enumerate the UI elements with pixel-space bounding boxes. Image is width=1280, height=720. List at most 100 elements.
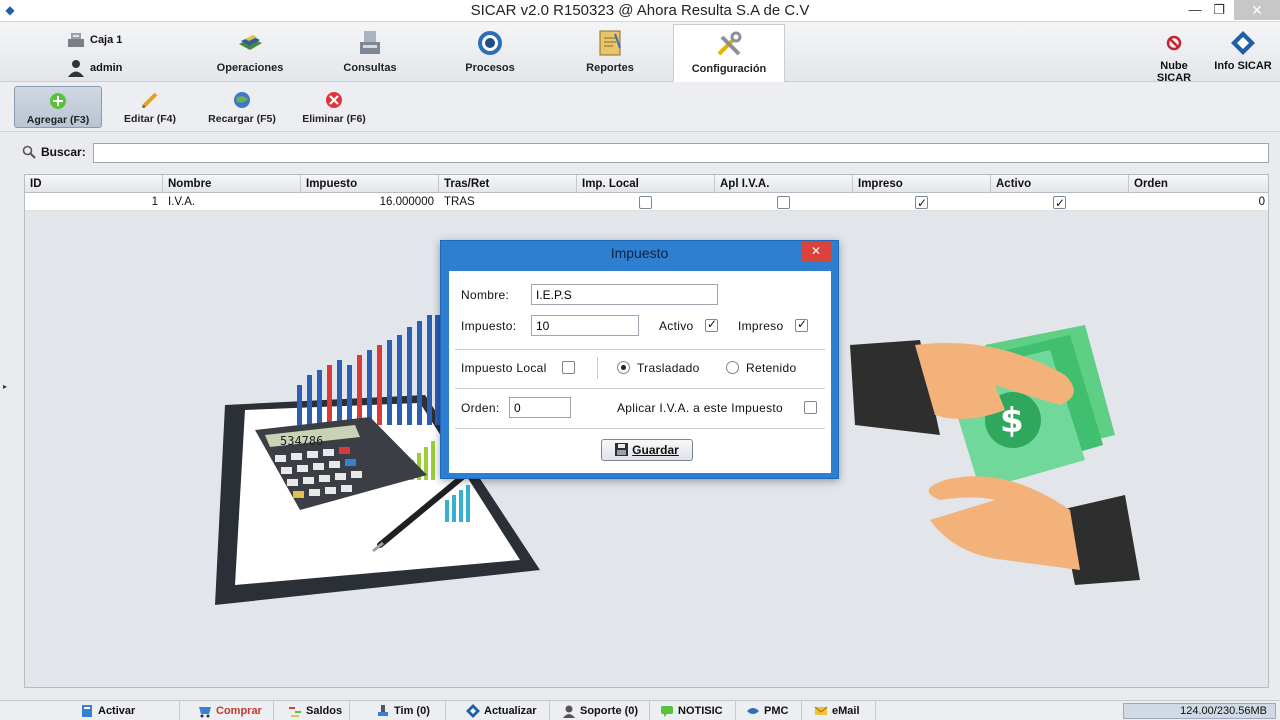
save-label: Guardar xyxy=(632,443,679,457)
tab-configuracion[interactable]: Configuración xyxy=(673,24,785,82)
user-icon xyxy=(68,60,84,77)
reload-globe-icon xyxy=(234,92,250,108)
tab-procesos[interactable]: Procesos xyxy=(434,24,546,78)
table-row[interactable]: 1 I.V.A. 16.000000 TRAS 0 xyxy=(25,193,1268,212)
tab-operaciones-label: Operaciones xyxy=(216,62,284,74)
retenido-radio[interactable] xyxy=(726,361,739,374)
impuesto-local-checkbox[interactable] xyxy=(562,361,575,374)
stamp-icon xyxy=(378,705,388,716)
delete-button[interactable]: Eliminar (F6) xyxy=(294,86,374,128)
nombre-input[interactable] xyxy=(531,284,718,305)
reload-label: Recargar (F5) xyxy=(208,113,276,125)
column-header-activo[interactable]: Activo xyxy=(991,175,1129,193)
orden-input[interactable] xyxy=(509,397,571,418)
impuesto-input[interactable] xyxy=(531,315,639,336)
save-icon xyxy=(615,443,629,456)
nube-sicar-label: Nube SICAR xyxy=(1156,60,1192,84)
cell-impuesto: 16.000000 xyxy=(379,196,434,208)
add-button[interactable]: Agregar (F3) xyxy=(14,86,102,128)
nombre-label: Nombre: xyxy=(461,288,510,302)
cell-nombre: I.V.A. xyxy=(168,196,196,208)
info-sicar-icon xyxy=(1231,31,1255,55)
save-button[interactable]: Guardar xyxy=(601,439,693,461)
cash-register-row: Caja 1 xyxy=(66,26,122,54)
tab-operaciones[interactable]: Operaciones xyxy=(194,24,306,78)
chat-icon xyxy=(661,706,673,717)
email-icon xyxy=(814,706,828,715)
trasladado-label: Trasladado xyxy=(637,361,700,375)
column-header-orden[interactable]: Orden xyxy=(1129,175,1268,193)
consultas-icon xyxy=(360,31,380,54)
status-pmc-label: PMC xyxy=(764,705,789,717)
activo-checkbox[interactable] xyxy=(1053,194,1066,212)
operations-icon xyxy=(239,35,262,50)
imp-local-checkbox[interactable] xyxy=(639,196,652,209)
status-tim[interactable]: Tim (0) xyxy=(372,701,446,720)
lower-hand-graphic xyxy=(928,476,1140,585)
column-header-nombre[interactable]: Nombre xyxy=(163,175,301,193)
status-notisic[interactable]: NOTISIC xyxy=(656,701,736,720)
tab-reportes[interactable]: Reportes xyxy=(554,24,666,78)
status-pmc[interactable]: PMC xyxy=(742,701,802,720)
status-soporte-label: Soporte (0) xyxy=(580,705,639,717)
status-soporte[interactable]: Soporte (0) xyxy=(558,701,650,720)
dialog-title: Impuesto xyxy=(610,245,669,261)
column-header-impuesto[interactable]: Impuesto xyxy=(301,175,439,193)
status-comprar[interactable]: Comprar xyxy=(194,701,274,720)
column-header-imp-local[interactable]: Imp. Local xyxy=(577,175,715,193)
status-email[interactable]: eMail xyxy=(810,701,876,720)
update-icon xyxy=(466,704,480,718)
cell-id: 1 xyxy=(151,196,158,208)
reportes-icon xyxy=(599,30,621,56)
status-saldos[interactable]: Saldos xyxy=(284,701,350,720)
impreso-checkbox[interactable] xyxy=(915,194,928,212)
impreso-dialog-checkbox[interactable] xyxy=(795,317,808,332)
column-header-apl-iva[interactable]: Apl I.V.A. xyxy=(715,175,853,193)
maximize-button[interactable]: ❐ xyxy=(1204,0,1234,20)
pmc-icon xyxy=(747,708,759,714)
status-actualizar[interactable]: Actualizar xyxy=(462,701,550,720)
cash-register-label: Caja 1 xyxy=(90,34,123,46)
search-label: Buscar: xyxy=(41,145,86,159)
apl-iva-checkbox[interactable] xyxy=(777,196,790,209)
status-comprar-label: Comprar xyxy=(216,705,262,717)
status-activar[interactable]: Activar xyxy=(76,701,180,720)
edit-button[interactable]: Editar (F4) xyxy=(112,86,188,128)
tab-configuracion-label: Configuración xyxy=(691,63,767,75)
column-header-tras-ret[interactable]: Tras/Ret xyxy=(439,175,577,193)
option-divider xyxy=(597,357,598,379)
status-email-label: eMail xyxy=(832,705,860,717)
info-sicar-button[interactable]: Info SICAR xyxy=(1212,30,1274,72)
cell-activo xyxy=(991,193,1129,212)
tab-consultas[interactable]: Consultas xyxy=(314,24,426,78)
search-input[interactable] xyxy=(93,143,1269,163)
table-header: ID Nombre Impuesto Tras/Ret Imp. Local A… xyxy=(25,175,1268,193)
status-bar: Activar Comprar Saldos Tim (0) Actualiza… xyxy=(0,700,1280,720)
activo-dialog-checkbox[interactable] xyxy=(705,317,718,332)
column-header-impreso[interactable]: Impreso xyxy=(853,175,991,193)
search-bar: Buscar: xyxy=(20,142,1270,164)
bar-chart-graphic xyxy=(297,315,440,425)
cell-tras-ret: TRAS xyxy=(444,196,475,208)
tab-procesos-label: Procesos xyxy=(465,62,515,74)
cell-orden: 0 xyxy=(1258,196,1265,208)
close-window-button[interactable]: ✕ xyxy=(1234,0,1280,20)
nube-sicar-icon xyxy=(1166,35,1182,51)
status-actualizar-label: Actualizar xyxy=(484,705,537,717)
support-icon xyxy=(563,705,575,718)
aplicar-iva-checkbox[interactable] xyxy=(804,401,817,414)
side-expand-arrow[interactable]: ▸ xyxy=(3,382,7,391)
column-header-id[interactable]: ID xyxy=(25,175,163,193)
memory-usage: 124.00/230.56MB xyxy=(1123,703,1276,719)
delete-label: Eliminar (F6) xyxy=(302,113,366,125)
calculator-display: 534786 xyxy=(280,434,323,448)
trasladado-radio[interactable] xyxy=(617,361,630,374)
add-label: Agregar (F3) xyxy=(26,114,90,126)
dialog-separator xyxy=(455,428,825,429)
nube-sicar-button[interactable]: Nube SICAR xyxy=(1142,30,1206,84)
reload-button[interactable]: Recargar (F5) xyxy=(200,86,284,128)
configuration-icon xyxy=(717,31,742,56)
orden-label: Orden: xyxy=(461,401,500,415)
dialog-close-button[interactable]: ✕ xyxy=(801,242,831,261)
tab-consultas-label: Consultas xyxy=(343,62,397,74)
